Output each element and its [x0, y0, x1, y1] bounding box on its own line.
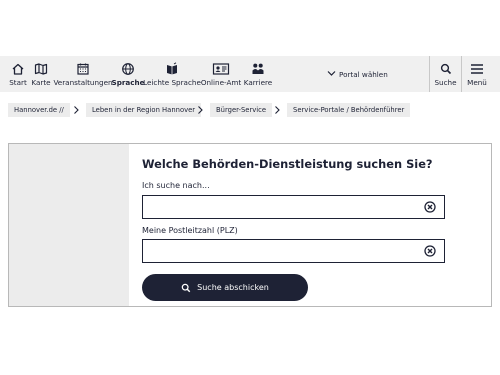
nav-item-online-amt[interactable]: Online-Amt	[201, 56, 241, 92]
nav-label: Online-Amt	[200, 78, 242, 87]
nav-label: Leichte Sprache	[143, 78, 201, 87]
query-field-label: Ich suche nach...	[142, 181, 210, 190]
search-icon	[440, 60, 452, 78]
clear-plz-icon[interactable]	[424, 245, 436, 257]
nav-item-start[interactable]: Start	[6, 56, 30, 92]
service-search-panel: Welche Behörden-Dienstleistung suchen Si…	[8, 143, 492, 307]
home-icon	[11, 60, 25, 78]
nav-item-karte[interactable]: Karte	[31, 56, 51, 92]
nav-item-sprache[interactable]: Sprache	[111, 56, 145, 92]
nav-label: Start	[9, 78, 27, 87]
search-icon	[181, 283, 191, 292]
query-input[interactable]	[143, 196, 425, 218]
breadcrumb-item-leben[interactable]: Leben in der Region Hannover	[86, 103, 202, 117]
plz-input[interactable]	[143, 240, 425, 262]
chevron-down-icon	[327, 70, 336, 79]
query-field	[142, 195, 445, 219]
nav-label: Menü	[467, 78, 487, 87]
nav-label: Suche	[434, 78, 457, 87]
chevron-right-icon	[198, 106, 203, 114]
plz-field-label: Meine Postleitzahl (PLZ)	[142, 226, 238, 235]
globe-icon	[121, 60, 135, 78]
people-icon	[250, 60, 266, 78]
nav-divider	[429, 56, 430, 92]
nav-search-button[interactable]: Suche	[431, 56, 460, 92]
easy-language-icon	[164, 60, 180, 78]
nav-item-leichte-sprache[interactable]: Leichte Sprache	[143, 56, 201, 92]
hamburger-menu-icon	[470, 60, 484, 78]
search-heading: Welche Behörden-Dienstleistung suchen Si…	[142, 157, 433, 171]
chevron-right-icon	[275, 106, 280, 114]
panel-side-area	[9, 144, 129, 306]
calendar-icon	[76, 60, 90, 78]
clear-query-icon[interactable]	[424, 201, 436, 213]
nav-item-veranstaltungen[interactable]: Veranstaltungen	[53, 56, 113, 92]
nav-menu-button[interactable]: Menü	[463, 56, 491, 92]
plz-field	[142, 239, 445, 263]
portal-select-label: Portal wählen	[339, 69, 388, 79]
nav-label: Karte	[31, 78, 51, 87]
submit-search-button[interactable]: Suche abschicken	[142, 274, 308, 301]
nav-item-karriere[interactable]: Karriere	[244, 56, 272, 92]
portal-select[interactable]: Portal wählen	[327, 68, 388, 80]
nav-label: Karriere	[243, 78, 273, 87]
map-icon	[34, 60, 48, 78]
nav-label: Sprache	[111, 78, 145, 87]
submit-search-label: Suche abschicken	[197, 283, 269, 292]
nav-label: Veranstaltungen	[53, 78, 113, 87]
chevron-right-icon	[74, 106, 79, 114]
breadcrumb-item-service-portale[interactable]: Service-Portale / Behördenführer	[287, 103, 411, 117]
nav-divider	[461, 56, 462, 92]
breadcrumb-item-buerger-service[interactable]: Bürger-Service	[210, 103, 273, 117]
breadcrumb-item-home[interactable]: Hannover.de //	[8, 103, 70, 117]
id-card-icon	[212, 60, 230, 78]
top-navigation: Start Karte Veranstaltungen Sprache Leic…	[0, 56, 500, 92]
